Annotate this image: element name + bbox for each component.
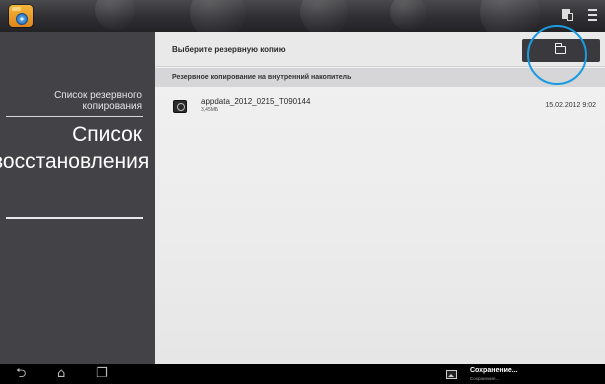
overflow-menu-icon[interactable] [588,9,598,21]
decor-bubble [390,0,426,30]
highlight-ring [527,25,587,85]
back-icon[interactable]: ⮌ [16,367,26,381]
nav-item-backup-list[interactable]: Список резервного копирования [7,90,142,112]
notification-subtitle: Сохранение... [470,376,500,381]
notification-image-icon [446,370,457,379]
selected-indicator [6,217,143,219]
app-data-file-icon [173,100,187,113]
file-size: 3,45МБ [201,107,219,113]
decor-bubble [300,0,348,32]
file-name: appdata_2012_0215_T090144 [201,97,311,106]
file-date: 15.02.2012 9:02 [545,102,596,109]
action-bar [0,0,605,32]
home-icon[interactable]: ⌂ [57,367,65,381]
decor-bubble [480,0,540,32]
backup-app-icon[interactable] [9,5,33,27]
multi-select-icon[interactable] [562,9,574,23]
page-title: Выберите резервную копию [172,45,286,54]
decor-bubble [190,0,245,32]
nav-item-restore-list[interactable]: Список восстановления [0,121,149,175]
system-bar: ⮌ ⌂ ❐ Сохранение... Сохранение... [0,364,605,384]
list-item[interactable]: appdata_2012_0215_T090144 3,45МБ 15.02.2… [155,90,605,120]
section-label: Резервное копирование на внутренний нако… [172,74,352,81]
recent-apps-icon[interactable]: ❐ [96,367,108,381]
left-navigation-panel: Список резервного копирования Список вос… [0,32,155,364]
main-content: Выберите резервную копию Резервное копир… [155,32,605,364]
decor-bubble [95,0,135,30]
notification-title[interactable]: Сохранение... [470,367,518,374]
divider [6,116,143,117]
